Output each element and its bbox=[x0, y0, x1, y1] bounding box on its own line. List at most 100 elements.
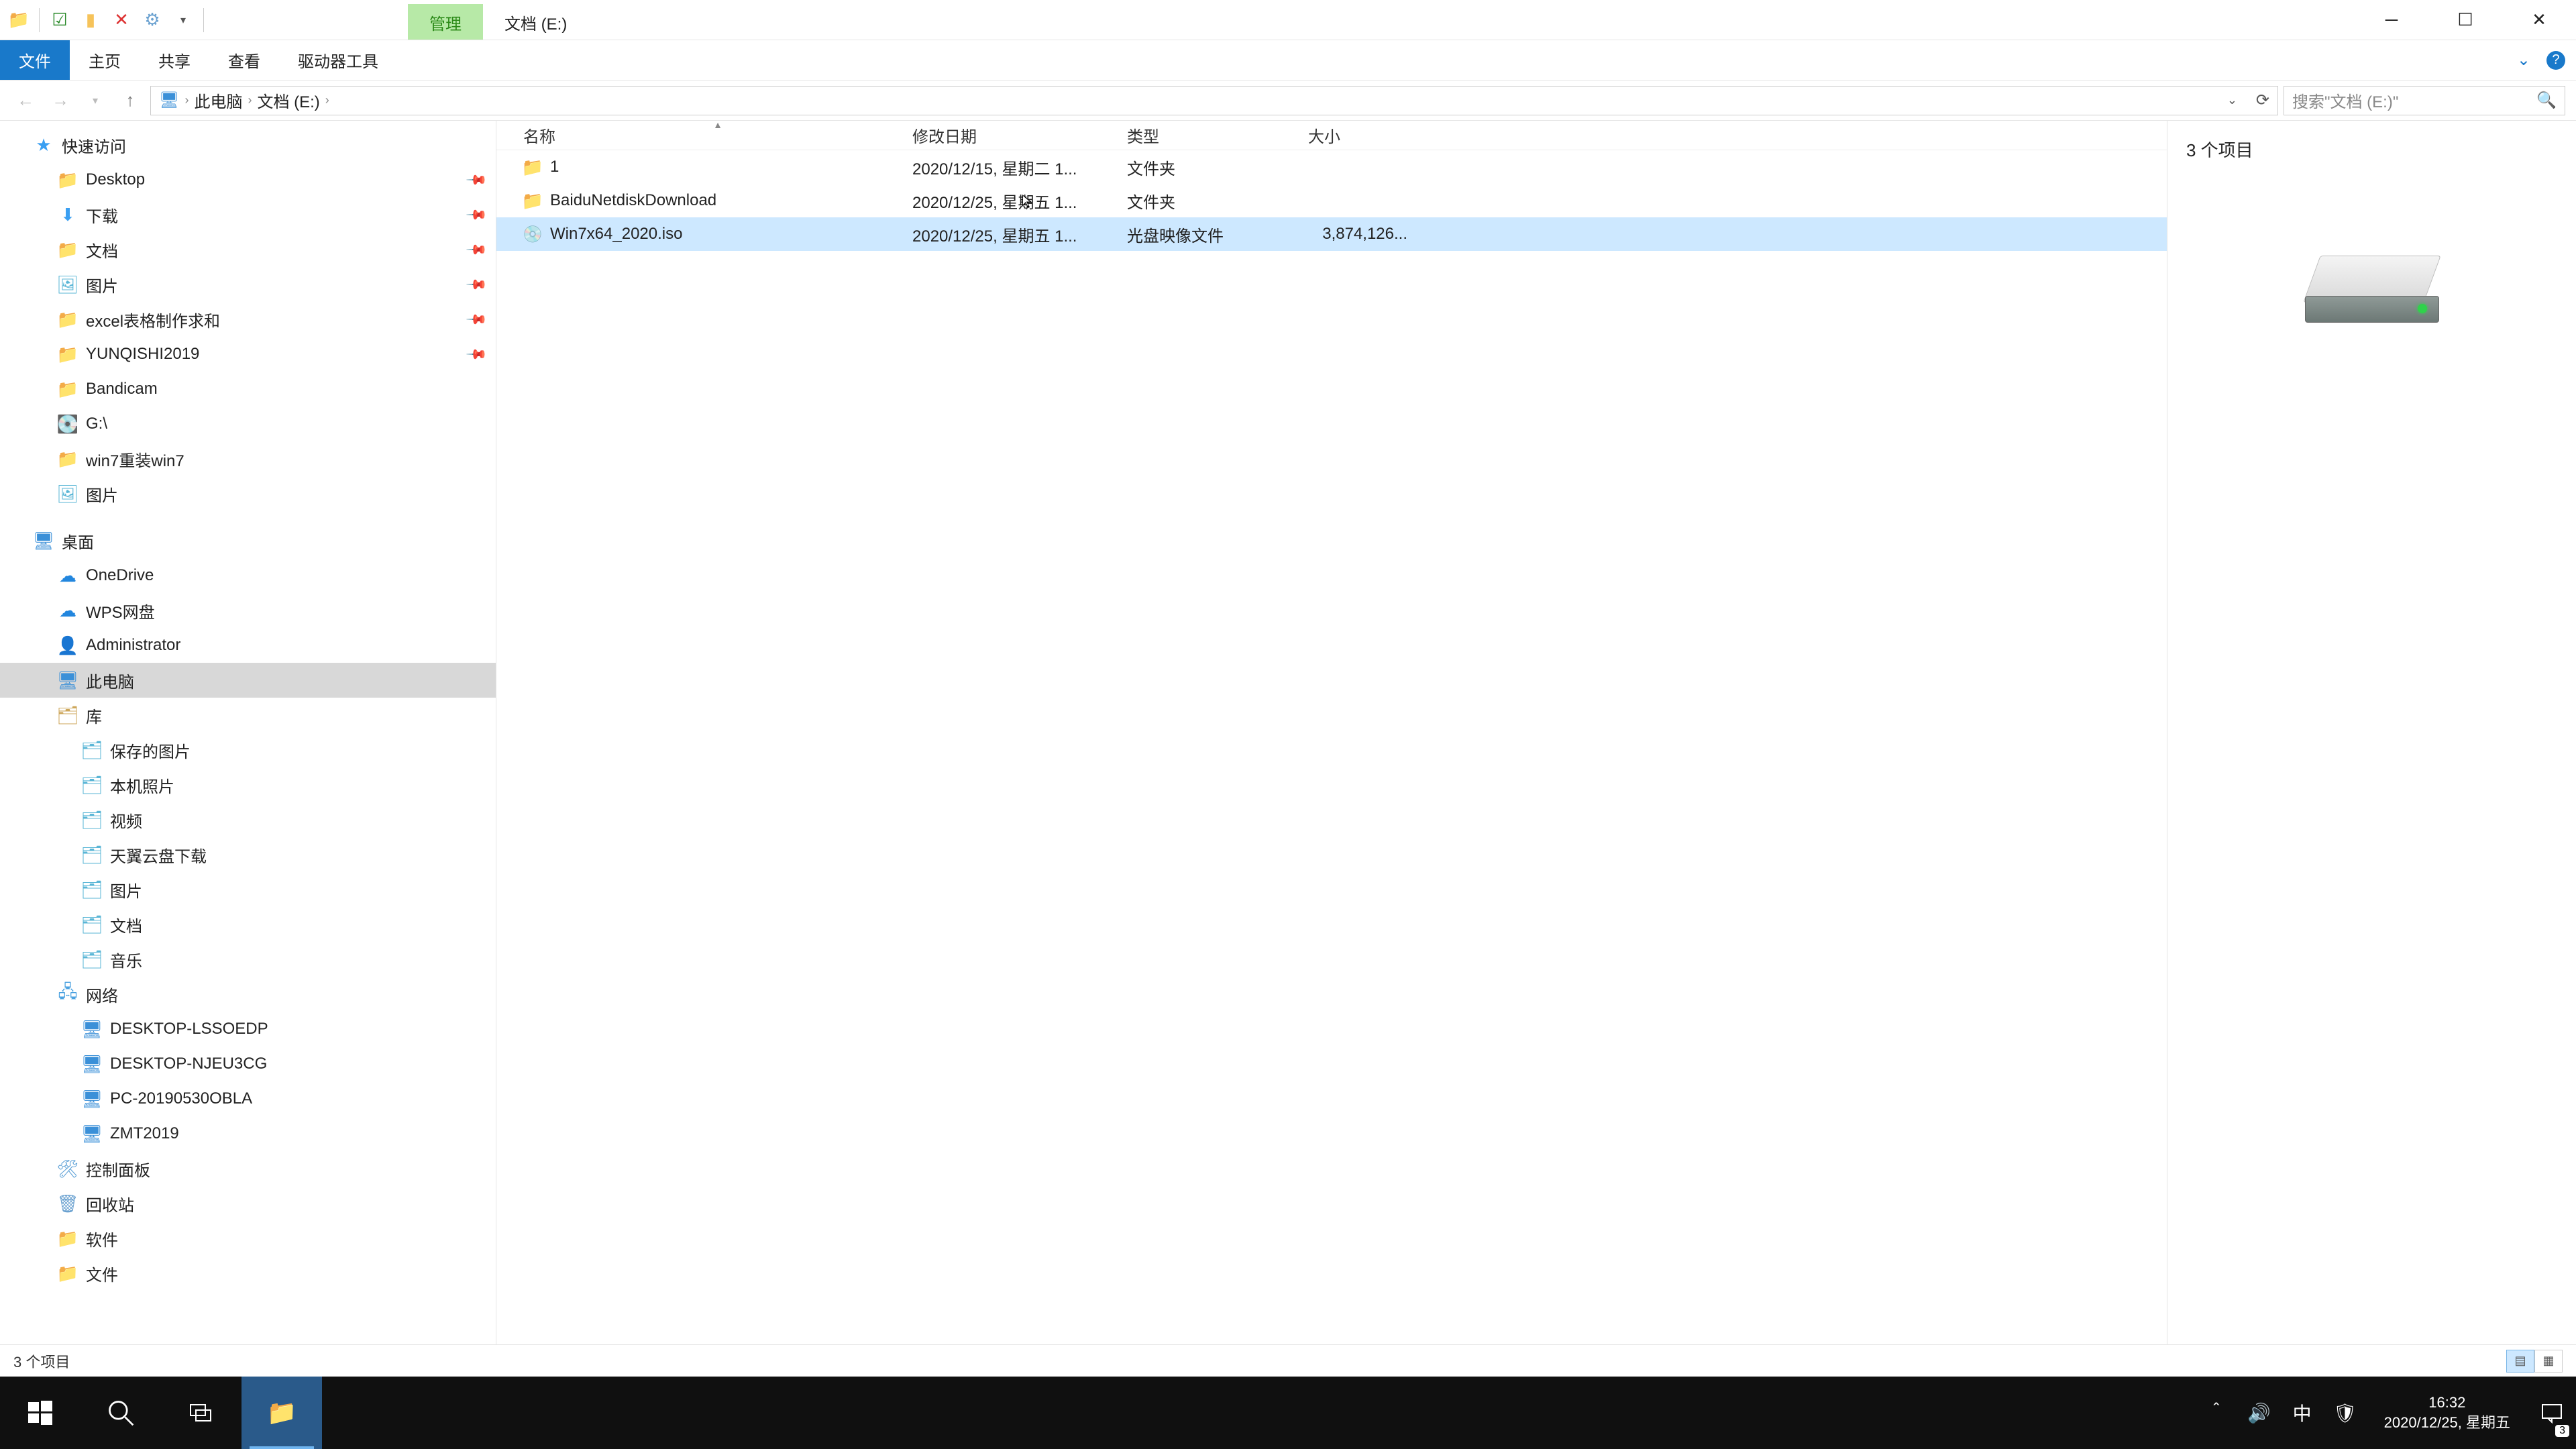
clock[interactable]: 16:32 2020/12/25, 星期五 bbox=[2367, 1393, 2528, 1432]
ribbon-tab-share[interactable]: 共享 bbox=[140, 40, 209, 80]
view-icons-button[interactable]: ▦ bbox=[2534, 1350, 2563, 1373]
tree-pinned-item[interactable]: 📁Bandicam bbox=[0, 372, 496, 407]
action-center-button[interactable]: 3 bbox=[2528, 1377, 2576, 1449]
tree-pinned-item[interactable]: 📁Desktop📌 bbox=[0, 162, 496, 197]
table-row[interactable]: 📁BaiduNetdiskDownload2020/12/25, 星期五 1..… bbox=[496, 184, 2167, 217]
tree-library-item[interactable]: 🗂图片 bbox=[0, 872, 496, 907]
tree-administrator[interactable]: 👤 Administrator bbox=[0, 628, 496, 663]
tree-pinned-item[interactable]: 📁excel表格制作求和📌 bbox=[0, 302, 496, 337]
qat-folder-icon[interactable]: ▮ bbox=[77, 7, 104, 34]
nav-forward-button[interactable]: → bbox=[46, 86, 75, 115]
ribbon-tab-view[interactable]: 查看 bbox=[209, 40, 279, 80]
ribbon-expand-icon[interactable]: ⌄ bbox=[2517, 50, 2530, 70]
chevron-right-icon[interactable]: › bbox=[325, 93, 329, 107]
tree-network[interactable]: 🖧 网络 bbox=[0, 977, 496, 1012]
pin-icon: 📌 bbox=[465, 307, 488, 331]
tree-software[interactable]: 📁 软件 bbox=[0, 1221, 496, 1256]
tree-library-item[interactable]: 🗂音乐 bbox=[0, 942, 496, 977]
refresh-icon[interactable]: ⟳ bbox=[2256, 91, 2269, 110]
qat-dropdown-icon[interactable]: ▾ bbox=[170, 7, 197, 34]
volume-icon[interactable]: 🔊 bbox=[2238, 1377, 2281, 1449]
window-controls: ─ ☐ ✕ bbox=[2355, 0, 2576, 40]
ribbon-tab-file[interactable]: 文件 bbox=[0, 40, 70, 80]
nav-up-button[interactable]: ↑ bbox=[115, 86, 145, 115]
tree-onedrive[interactable]: ☁ OneDrive bbox=[0, 558, 496, 593]
breadcrumb[interactable]: 此电脑 bbox=[194, 89, 242, 112]
tree-pinned-item[interactable]: 📁文档📌 bbox=[0, 232, 496, 267]
qat-checkbox-icon[interactable]: ☑ bbox=[46, 7, 73, 34]
tree-pinned-item[interactable]: 📁YUNQISHI2019📌 bbox=[0, 337, 496, 372]
folder-icon: 📁 bbox=[58, 309, 78, 329]
folder-icon: 📁 bbox=[523, 191, 542, 210]
tree-network-pc[interactable]: 🖥DESKTOP-LSSOEDP bbox=[0, 1012, 496, 1046]
tray-overflow-icon[interactable]: ＾ bbox=[2195, 1377, 2238, 1449]
tree-quick-access[interactable]: ★ 快速访问 bbox=[0, 127, 496, 162]
minimize-button[interactable]: ─ bbox=[2355, 0, 2428, 40]
tree-library-item[interactable]: 🗂天翼云盘下载 bbox=[0, 837, 496, 872]
search-button[interactable] bbox=[80, 1377, 161, 1449]
tree-network-pc[interactable]: 🖥DESKTOP-NJEU3CG bbox=[0, 1046, 496, 1081]
tree-this-pc[interactable]: 🖥 此电脑 bbox=[0, 663, 496, 698]
iso-icon: 💿 bbox=[523, 225, 542, 244]
maximize-button[interactable]: ☐ bbox=[2428, 0, 2502, 40]
nav-back-button[interactable]: ← bbox=[11, 86, 40, 115]
cell-size: 3,874,126... bbox=[1308, 225, 1415, 244]
tree-control-panel[interactable]: 🛠 控制面板 bbox=[0, 1151, 496, 1186]
taskbar-explorer[interactable]: 📁 bbox=[241, 1377, 322, 1449]
address-row: ← → ▾ ↑ 🖥 › 此电脑 › 文档 (E:) › ⌄ ⟳ 搜索"文档 (E… bbox=[0, 80, 2576, 121]
security-icon[interactable]: 🛡 bbox=[2324, 1377, 2367, 1449]
breadcrumb[interactable]: 文档 (E:) bbox=[257, 89, 319, 112]
ribbon-tab-home[interactable]: 主页 bbox=[70, 40, 140, 80]
tree-library-item[interactable]: 🗂保存的图片 bbox=[0, 733, 496, 767]
ime-indicator[interactable]: 中 bbox=[2281, 1377, 2324, 1449]
tree-desktop[interactable]: 🖥 桌面 bbox=[0, 523, 496, 558]
tree-recycle-bin[interactable]: 🗑 回收站 bbox=[0, 1186, 496, 1221]
chevron-right-icon[interactable]: › bbox=[248, 93, 252, 107]
tree-library-item[interactable]: 🗂本机照片 bbox=[0, 767, 496, 802]
tree-network-pc[interactable]: 🖥PC-20190530OBLA bbox=[0, 1081, 496, 1116]
tree-label: Desktop bbox=[86, 170, 145, 189]
col-name[interactable]: ▲ 名称 bbox=[523, 123, 912, 147]
col-date[interactable]: 修改日期 bbox=[912, 123, 1127, 147]
pc-icon: 🖥 bbox=[159, 91, 179, 110]
search-input[interactable]: 搜索"文档 (E:)" 🔍 bbox=[2284, 86, 2565, 115]
start-button[interactable] bbox=[0, 1377, 80, 1449]
col-type[interactable]: 类型 bbox=[1127, 123, 1308, 147]
tree-wps[interactable]: ☁ WPS网盘 bbox=[0, 593, 496, 628]
nav-tree[interactable]: ★ 快速访问 📁Desktop📌⬇下载📌📁文档📌🖼图片📌📁excel表格制作求和… bbox=[0, 121, 496, 1344]
tree-libraries[interactable]: 🗂 库 bbox=[0, 698, 496, 733]
close-button[interactable]: ✕ bbox=[2502, 0, 2576, 40]
chevron-right-icon[interactable]: › bbox=[184, 93, 189, 107]
tree-label: 网络 bbox=[86, 983, 118, 1006]
qat-close-icon[interactable]: ✕ bbox=[108, 7, 135, 34]
view-details-button[interactable]: ▤ bbox=[2506, 1350, 2534, 1373]
table-row[interactable]: 📁12020/12/15, 星期二 1...文件夹 bbox=[496, 150, 2167, 184]
separator bbox=[203, 8, 204, 32]
tree-pinned-item[interactable]: 📁win7重装win7 bbox=[0, 441, 496, 476]
system-tray: ＾ 🔊 中 🛡 16:32 2020/12/25, 星期五 3 bbox=[2195, 1377, 2576, 1449]
address-bar[interactable]: 🖥 › 此电脑 › 文档 (E:) › ⌄ ⟳ bbox=[150, 86, 2278, 115]
task-view-button[interactable] bbox=[161, 1377, 241, 1449]
nav-recent-dropdown[interactable]: ▾ bbox=[80, 86, 110, 115]
col-size[interactable]: 大小 bbox=[1308, 123, 1415, 147]
help-icon[interactable]: ? bbox=[2546, 51, 2565, 70]
search-icon[interactable]: 🔍 bbox=[2536, 91, 2557, 110]
tree-pinned-item[interactable]: 🖼图片📌 bbox=[0, 267, 496, 302]
sort-asc-icon: ▲ bbox=[713, 119, 722, 130]
file-list[interactable]: ▲ 名称 修改日期 类型 大小 📁12020/12/15, 星期二 1...文件… bbox=[496, 121, 2167, 1344]
tree-pinned-item[interactable]: 💽G:\ bbox=[0, 407, 496, 441]
tree-library-item[interactable]: 🗂文档 bbox=[0, 907, 496, 942]
tree-library-item[interactable]: 🗂视频 bbox=[0, 802, 496, 837]
ribbon-tab-drive-tools[interactable]: 驱动器工具 bbox=[279, 40, 397, 80]
tree-label: DESKTOP-LSSOEDP bbox=[110, 1020, 268, 1038]
tree-label: 保存的图片 bbox=[110, 739, 191, 762]
tree-files[interactable]: 📁 文件 bbox=[0, 1256, 496, 1291]
history-dropdown-icon[interactable]: ⌄ bbox=[2227, 93, 2237, 107]
taskbar: 📁 ＾ 🔊 中 🛡 16:32 2020/12/25, 星期五 3 bbox=[0, 1377, 2576, 1449]
tree-network-pc[interactable]: 🖥ZMT2019 bbox=[0, 1116, 496, 1151]
tree-pinned-item[interactable]: ⬇下载📌 bbox=[0, 197, 496, 232]
context-tab-manage[interactable]: 管理 bbox=[408, 4, 483, 40]
qat-settings-icon[interactable]: ⚙ bbox=[139, 7, 166, 34]
tree-pinned-item[interactable]: 🖼图片 bbox=[0, 476, 496, 511]
table-row[interactable]: 💿Win7x64_2020.iso2020/12/25, 星期五 1...光盘映… bbox=[496, 217, 2167, 251]
